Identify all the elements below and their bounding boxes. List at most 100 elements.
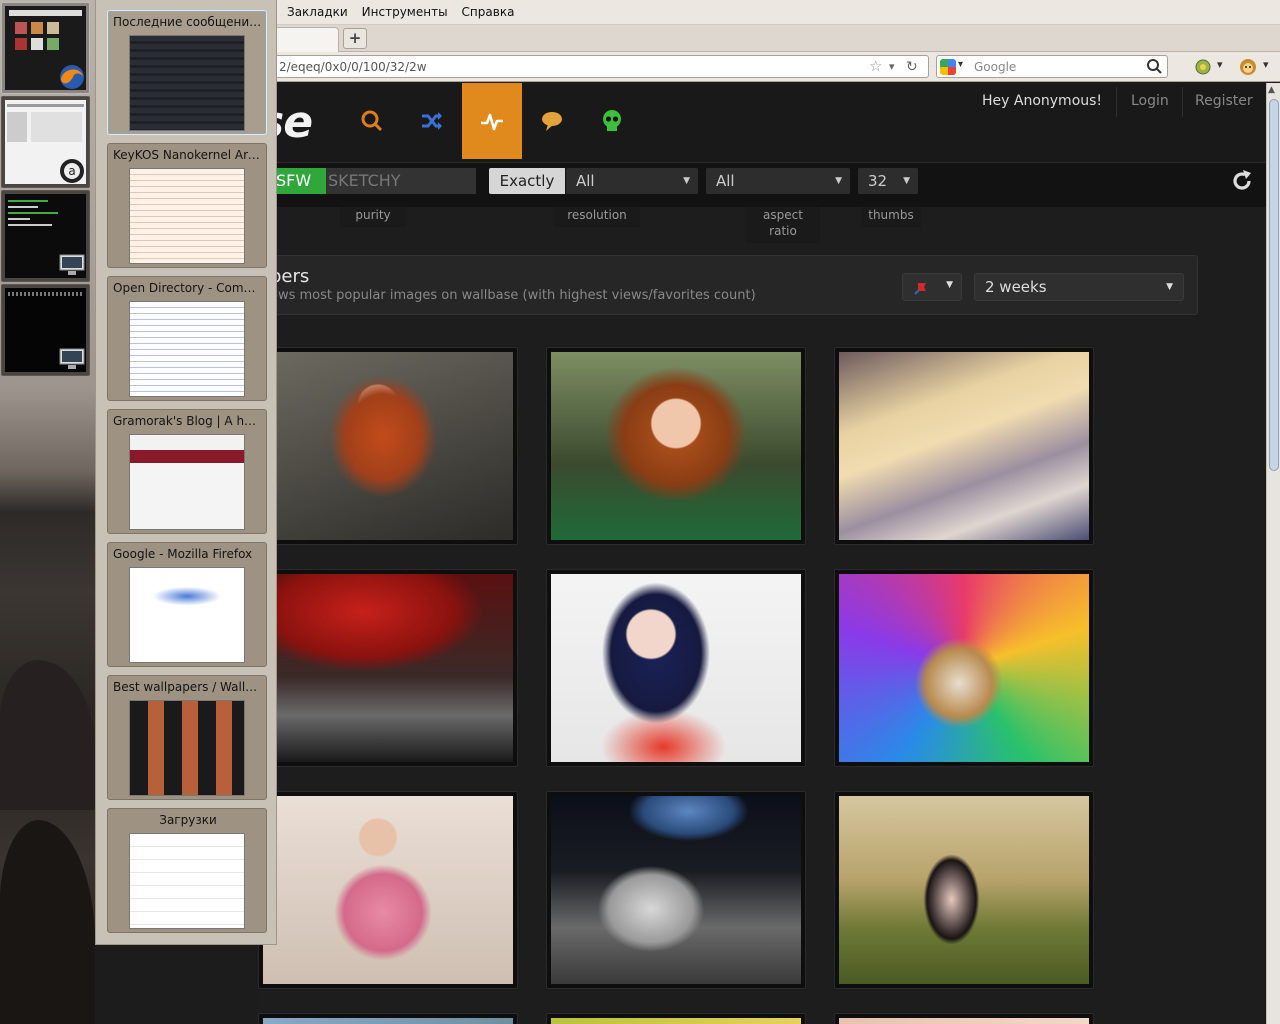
header-divider <box>1182 87 1183 117</box>
wallpaper-thumb-partial <box>551 1018 801 1024</box>
tab-card-title: Загрузки <box>159 813 217 827</box>
search-icon[interactable] <box>1146 58 1163 75</box>
refresh-icon[interactable] <box>1230 169 1254 193</box>
tab-card-title: KeyKOS Nanokernel Arch... <box>113 148 263 162</box>
colorful-lion-wallpaper <box>839 574 1089 762</box>
resolution-mode-button[interactable]: Exactly <box>489 168 565 194</box>
scrollbar-thumb[interactable] <box>1269 99 1279 471</box>
svg-text:a: a <box>68 164 75 178</box>
resolution-value: All <box>576 172 595 190</box>
firefox-icon <box>60 65 84 89</box>
chevron-down-icon: ▼ <box>903 176 910 186</box>
tab-card-title: Google - Mozilla Firefox <box>113 547 253 561</box>
addon-gear-icon[interactable] <box>1194 58 1212 76</box>
snow-mountains-wallpaper <box>839 352 1089 540</box>
wallpaper-thumb[interactable] <box>546 347 806 545</box>
chevron-down-icon[interactable]: ▾ <box>1263 58 1269 71</box>
tab-card[interactable]: KeyKOS Nanokernel Arch... <box>107 143 267 268</box>
switcher-amarok-window[interactable]: a <box>1 96 90 188</box>
reload-icon[interactable]: ↻ <box>906 59 918 75</box>
girl-in-field-wallpaper <box>839 796 1089 984</box>
url-dropdown-icon[interactable]: ▾ <box>889 60 895 73</box>
thumbs-select[interactable]: 32 ▼ <box>858 168 918 194</box>
tab-card[interactable]: Best wallpapers / Wallba... <box>107 675 267 800</box>
url-bar[interactable]: 2/eqeq/0x0/0/100/32/2w ☆ ▾ ↻ <box>277 55 929 78</box>
random-icon <box>422 112 442 130</box>
active-browser-tab[interactable] <box>277 27 339 52</box>
google-icon[interactable] <box>940 59 956 75</box>
toplist-header: pers ows most popular images on wallbase… <box>258 255 1198 315</box>
tab-card-preview <box>129 700 245 796</box>
chevron-down-icon[interactable]: ▾ <box>1217 58 1223 71</box>
pin-flag-icon <box>914 283 926 295</box>
nav-random[interactable] <box>402 83 462 159</box>
resolution-label: resolution <box>554 207 640 227</box>
wallpaper-thumb[interactable] <box>834 791 1094 989</box>
amarok-icon: a <box>60 159 84 183</box>
switcher-terminal-window-1[interactable] <box>1 190 90 282</box>
wallpaper-thumb[interactable] <box>834 347 1094 545</box>
nav-search[interactable] <box>342 83 402 159</box>
tab-card-preview <box>129 168 245 264</box>
red-forest-wallpaper <box>263 574 513 762</box>
wallpaper-thumb[interactable] <box>834 569 1094 767</box>
curly-redhead-wallpaper <box>551 352 801 540</box>
menu-bookmarks[interactable]: Закладки <box>287 5 348 19</box>
tab-card[interactable]: Open Directory - Comput... <box>107 276 267 401</box>
wallpaper-thumb[interactable] <box>546 791 806 989</box>
tab-card-preview <box>129 434 245 530</box>
wallpaper-thumb[interactable] <box>258 1013 518 1024</box>
nav-skull[interactable] <box>582 83 642 159</box>
nav-toplist[interactable] <box>462 83 522 159</box>
tab-card-preview <box>129 833 245 929</box>
tab-card[interactable]: Загрузки <box>107 808 267 933</box>
tab-card-title: Open Directory - Comput... <box>113 281 263 295</box>
search-input[interactable]: Google <box>974 60 1016 74</box>
search-icon <box>361 110 383 132</box>
tab-card[interactable]: Gramorak's Blog | A have... <box>107 409 267 534</box>
register-link[interactable]: Register <box>1195 93 1253 109</box>
thumbs-value: 32 <box>868 172 888 190</box>
pink-shirt-girl-wallpaper <box>263 796 513 984</box>
menu-tools[interactable]: Инструменты <box>362 5 448 19</box>
purity-sketchy-toggle[interactable]: SKETCHY <box>326 168 476 194</box>
bookmark-star-icon[interactable]: ☆ <box>869 57 882 75</box>
page-scrollbar[interactable]: ▲ <box>1266 83 1280 1024</box>
tab-card[interactable]: Последние сообщения - ... <box>107 10 267 135</box>
wallpaper-thumb[interactable] <box>258 347 518 545</box>
url-text: 2/eqeq/0x0/0/100/32/2w <box>279 60 427 74</box>
user-greeting: Hey Anonymous! <box>982 93 1103 109</box>
chevron-down-icon: ▼ <box>946 280 953 290</box>
site-header: se Hey Anonymous! Login Register <box>258 83 1266 163</box>
toplist-icon <box>481 113 503 131</box>
login-link[interactable]: Login <box>1131 93 1169 109</box>
scroll-up-arrow-icon[interactable]: ▲ <box>1268 85 1275 95</box>
wallpaper-thumb[interactable] <box>834 1013 1094 1024</box>
nav-chat[interactable] <box>522 83 582 159</box>
wallpaper-thumb[interactable] <box>258 569 518 767</box>
tab-card-title: Последние сообщения - ... <box>113 15 263 29</box>
time-range-select[interactable]: 2 weeks ▼ <box>974 273 1184 301</box>
aspect-ratio-value: All <box>716 172 735 190</box>
tab-card-preview <box>129 35 245 131</box>
new-tab-button[interactable]: + <box>343 28 367 49</box>
addon-monkey-icon[interactable] <box>1239 58 1257 76</box>
wallpaper-thumb[interactable] <box>258 791 518 989</box>
chevron-down-icon: ▼ <box>835 176 842 186</box>
wallpaper-thumb[interactable] <box>546 569 806 767</box>
wallpaper-thumb[interactable] <box>546 1013 806 1024</box>
aspect-ratio-select[interactable]: All ▼ <box>706 168 850 194</box>
monitor-icon <box>59 254 85 275</box>
chevron-down-icon[interactable]: ▾ <box>958 59 963 70</box>
purity-sfw-toggle[interactable]: SFW <box>272 168 326 194</box>
switcher-firefox-window[interactable] <box>1 2 90 94</box>
switcher-terminal-window-2[interactable] <box>1 284 90 376</box>
wallpaper-thumb-partial <box>839 1018 1089 1024</box>
resolution-select[interactable]: All ▼ <box>566 168 698 194</box>
category-select[interactable]: ▼ <box>902 273 962 301</box>
tab-card[interactable]: Google - Mozilla Firefox <box>107 542 267 667</box>
menu-help[interactable]: Справка <box>462 5 515 19</box>
time-range-value: 2 weeks <box>985 278 1047 296</box>
tab-list-popup: Последние сообщения - ... KeyKOS Nanoker… <box>95 0 277 945</box>
search-bar[interactable]: ▾ Google <box>936 55 1168 78</box>
